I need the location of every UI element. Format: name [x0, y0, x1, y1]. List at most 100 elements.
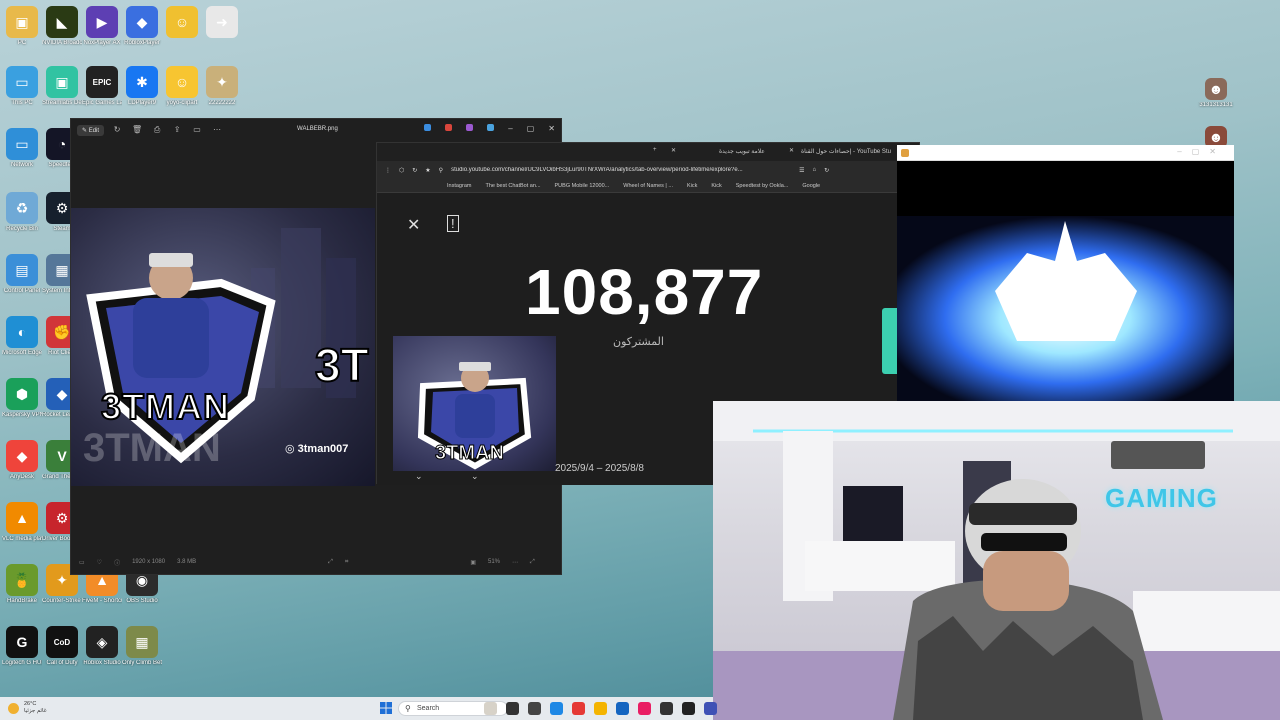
menu-icon[interactable]: ⋮ [385, 167, 391, 174]
bookmark-item[interactable]: The best ChatBot an... [485, 183, 540, 189]
taskbar-app-icon[interactable] [704, 702, 717, 715]
desktop-shortcut[interactable]: CoD Call of Duty [42, 626, 82, 667]
image-dimensions: 1920 x 1080 [132, 559, 166, 565]
bookmark-item[interactable]: Google [802, 183, 820, 189]
taskbar-app-icon[interactable] [506, 702, 519, 715]
fullscreen-icon[interactable]: ⤢ [530, 559, 535, 566]
desktop-shortcut[interactable]: ▲ VLC media player [2, 502, 42, 543]
desktop-shortcut[interactable]: ♻ Recycle Bin [2, 192, 42, 233]
taskbar-app-icon[interactable] [572, 702, 585, 715]
desktop-shortcut[interactable]: ▶ NoxPlayer AX [82, 6, 122, 47]
tab-new-tab[interactable]: علامة تبويب جديدة [719, 148, 765, 155]
url-text[interactable]: studio.youtube.com/channel/UC9LVOibHS3jL… [451, 167, 791, 173]
close-icon[interactable]: ✕ [548, 124, 555, 133]
share-icon[interactable]: ⇪ [172, 125, 182, 135]
edit-button[interactable]: ✎ Edit [77, 124, 105, 136]
feedback-icon[interactable]: ! [447, 215, 459, 232]
star-icon[interactable]: ★ [425, 167, 430, 174]
tune-icon[interactable]: ☰ [799, 167, 804, 174]
maximize-icon[interactable]: ▢ [527, 124, 535, 133]
fit-icon[interactable]: ⤢ [328, 559, 333, 566]
delete-icon[interactable]: 🗑 [132, 125, 142, 135]
zoom-level[interactable]: 51% [488, 559, 500, 565]
browser-tabbar: + ✕ علامة تبويب جديدة ✕ إحصاءات حول القن… [377, 143, 919, 161]
taskbar-app-icon[interactable] [484, 702, 497, 715]
crop-icon[interactable]: ⌗ [345, 559, 348, 566]
weather-icon[interactable] [8, 703, 19, 714]
taskbar-app-icon[interactable] [616, 702, 629, 715]
taskbar-app-icon[interactable] [660, 702, 673, 715]
desktop-shortcut[interactable]: ✱ LDPlayer9 [122, 66, 162, 107]
glowing-crown-graphic [897, 161, 1234, 401]
taskbar-app-icon[interactable] [550, 702, 563, 715]
desktop-shortcut[interactable]: ◈ Roblox Studio [82, 626, 122, 667]
tab-close-icon[interactable]: ✕ [789, 147, 794, 154]
app-icon[interactable] [445, 124, 453, 131]
chevron-down-icon[interactable]: ⌄ [415, 471, 423, 482]
desktop-shortcut[interactable]: ◆ AnyDesk [2, 440, 42, 481]
desktop-shortcut[interactable]: ◆ RobloxPlayer [122, 6, 162, 47]
desktop-shortcut[interactable]: ◐ Microsoft Edge [2, 316, 42, 357]
desktop-shortcut[interactable]: 🍍 HandBrake [2, 564, 42, 605]
desktop-shortcut[interactable]: ▣ Streamlabs Desktop [42, 66, 82, 107]
info-icon[interactable]: ⓘ [114, 558, 120, 567]
video-preview-window[interactable]: –▢✕ [897, 145, 1234, 401]
bookmark-item[interactable]: PUBG Mobile 12000... [555, 183, 610, 189]
minimize-icon[interactable]: – [508, 124, 512, 133]
desktop-shortcut[interactable]: ▣ PC [2, 6, 42, 47]
refresh-icon[interactable]: ↻ [824, 167, 829, 174]
print-icon[interactable]: ⎙ [152, 125, 162, 135]
more-icon[interactable]: ⋯ [212, 125, 222, 135]
favorite-icon[interactable]: ♡ [97, 559, 102, 566]
desktop-shortcut[interactable]: ✦ 22222222 [202, 66, 242, 107]
taskbar-app-icon[interactable] [528, 702, 541, 715]
taskbar: 26°C غائم جزئيا ⚲ Search [0, 697, 717, 720]
bookmark-item[interactable]: Speedtest by Ookla... [736, 183, 789, 189]
app-icon[interactable] [466, 124, 474, 131]
tab-youtube-studio[interactable]: إحصاءات حول القناة - YouTube Studio [801, 148, 891, 155]
slideshow-icon[interactable]: ▭ [192, 125, 202, 135]
desktop-shortcut-label: NVIDIA Broadcast [42, 40, 82, 46]
desktop-shortcut-label: LDPlayer9 [127, 100, 156, 106]
desktop-shortcut[interactable]: ◣ NVIDIA Broadcast [42, 6, 82, 47]
more-options-icon[interactable]: ⋯ [512, 559, 518, 566]
bookmark-item[interactable]: Wheel of Names | ... [623, 183, 673, 189]
desktop-shortcut[interactable]: G Logitech G HUB [2, 626, 42, 667]
zoom-fit-icon[interactable]: ▣ [470, 559, 476, 566]
bookmark-item[interactable]: Instagram [447, 183, 471, 189]
weather-widget[interactable]: 26°C غائم جزئيا [24, 701, 47, 715]
edit-icon: ✎ [82, 127, 89, 134]
desktop-shortcut[interactable]: ▤ Control Panel [2, 254, 42, 295]
desktop-shortcut[interactable]: ▭ Network [2, 128, 42, 169]
taskbar-app-icon[interactable] [594, 702, 607, 715]
windows-start-icon[interactable] [380, 702, 392, 714]
extension-icon[interactable]: ⬡ [399, 167, 404, 174]
desktop-shortcut[interactable]: ▭ This PC [2, 66, 42, 107]
desktop-shortcut-label: RobloxPlayer [124, 40, 160, 46]
desktop-shortcut[interactable]: EPIC Epic Games Launcher [82, 66, 122, 107]
desktop-shortcut[interactable]: ➜ [202, 6, 242, 40]
desktop-shortcut[interactable]: ▦ Only Climb Better To... [122, 626, 162, 667]
new-tab-button[interactable]: + [653, 147, 657, 153]
bookmark-item[interactable]: Kick [711, 183, 721, 189]
chevron-down-icon[interactable]: ⌄ [471, 471, 479, 482]
home-icon[interactable]: ⌂ [812, 167, 816, 173]
close-icon[interactable]: ✕ [407, 215, 420, 235]
side-tab-handle[interactable] [882, 308, 897, 374]
reload-icon[interactable]: ↻ [412, 167, 417, 174]
app-icon[interactable] [487, 124, 495, 131]
rotate-icon[interactable]: ↻ [112, 125, 122, 135]
desktop-shortcut-label: NoxPlayer AX [83, 40, 121, 46]
desktop-shortcut[interactable]: ⬢ Kaspersky VPN [2, 378, 42, 419]
app-icon[interactable] [424, 124, 432, 131]
bookmark-item[interactable]: Kick [687, 183, 697, 189]
close-tab-icon[interactable]: ✕ [671, 147, 676, 154]
desktop-shortcut[interactable]: ☺ yoyo-clipart [162, 66, 202, 107]
taskbar-app-icon[interactable] [638, 702, 651, 715]
bookmarks-bar: Instagram The best ChatBot an... PUBG Mobi… [377, 179, 919, 193]
taskbar-app-icon[interactable] [682, 702, 695, 715]
desktop-shortcut[interactable]: ☺ [162, 6, 202, 40]
desktop-shortcut[interactable]: ☻ 3131313131 [1196, 78, 1236, 109]
filmstrip-icon[interactable]: ▭ [79, 559, 85, 566]
address-bar[interactable]: ⋮ ⬡ ↻ ★ ⚲ studio.youtube.com/channel/UC9… [377, 161, 919, 179]
